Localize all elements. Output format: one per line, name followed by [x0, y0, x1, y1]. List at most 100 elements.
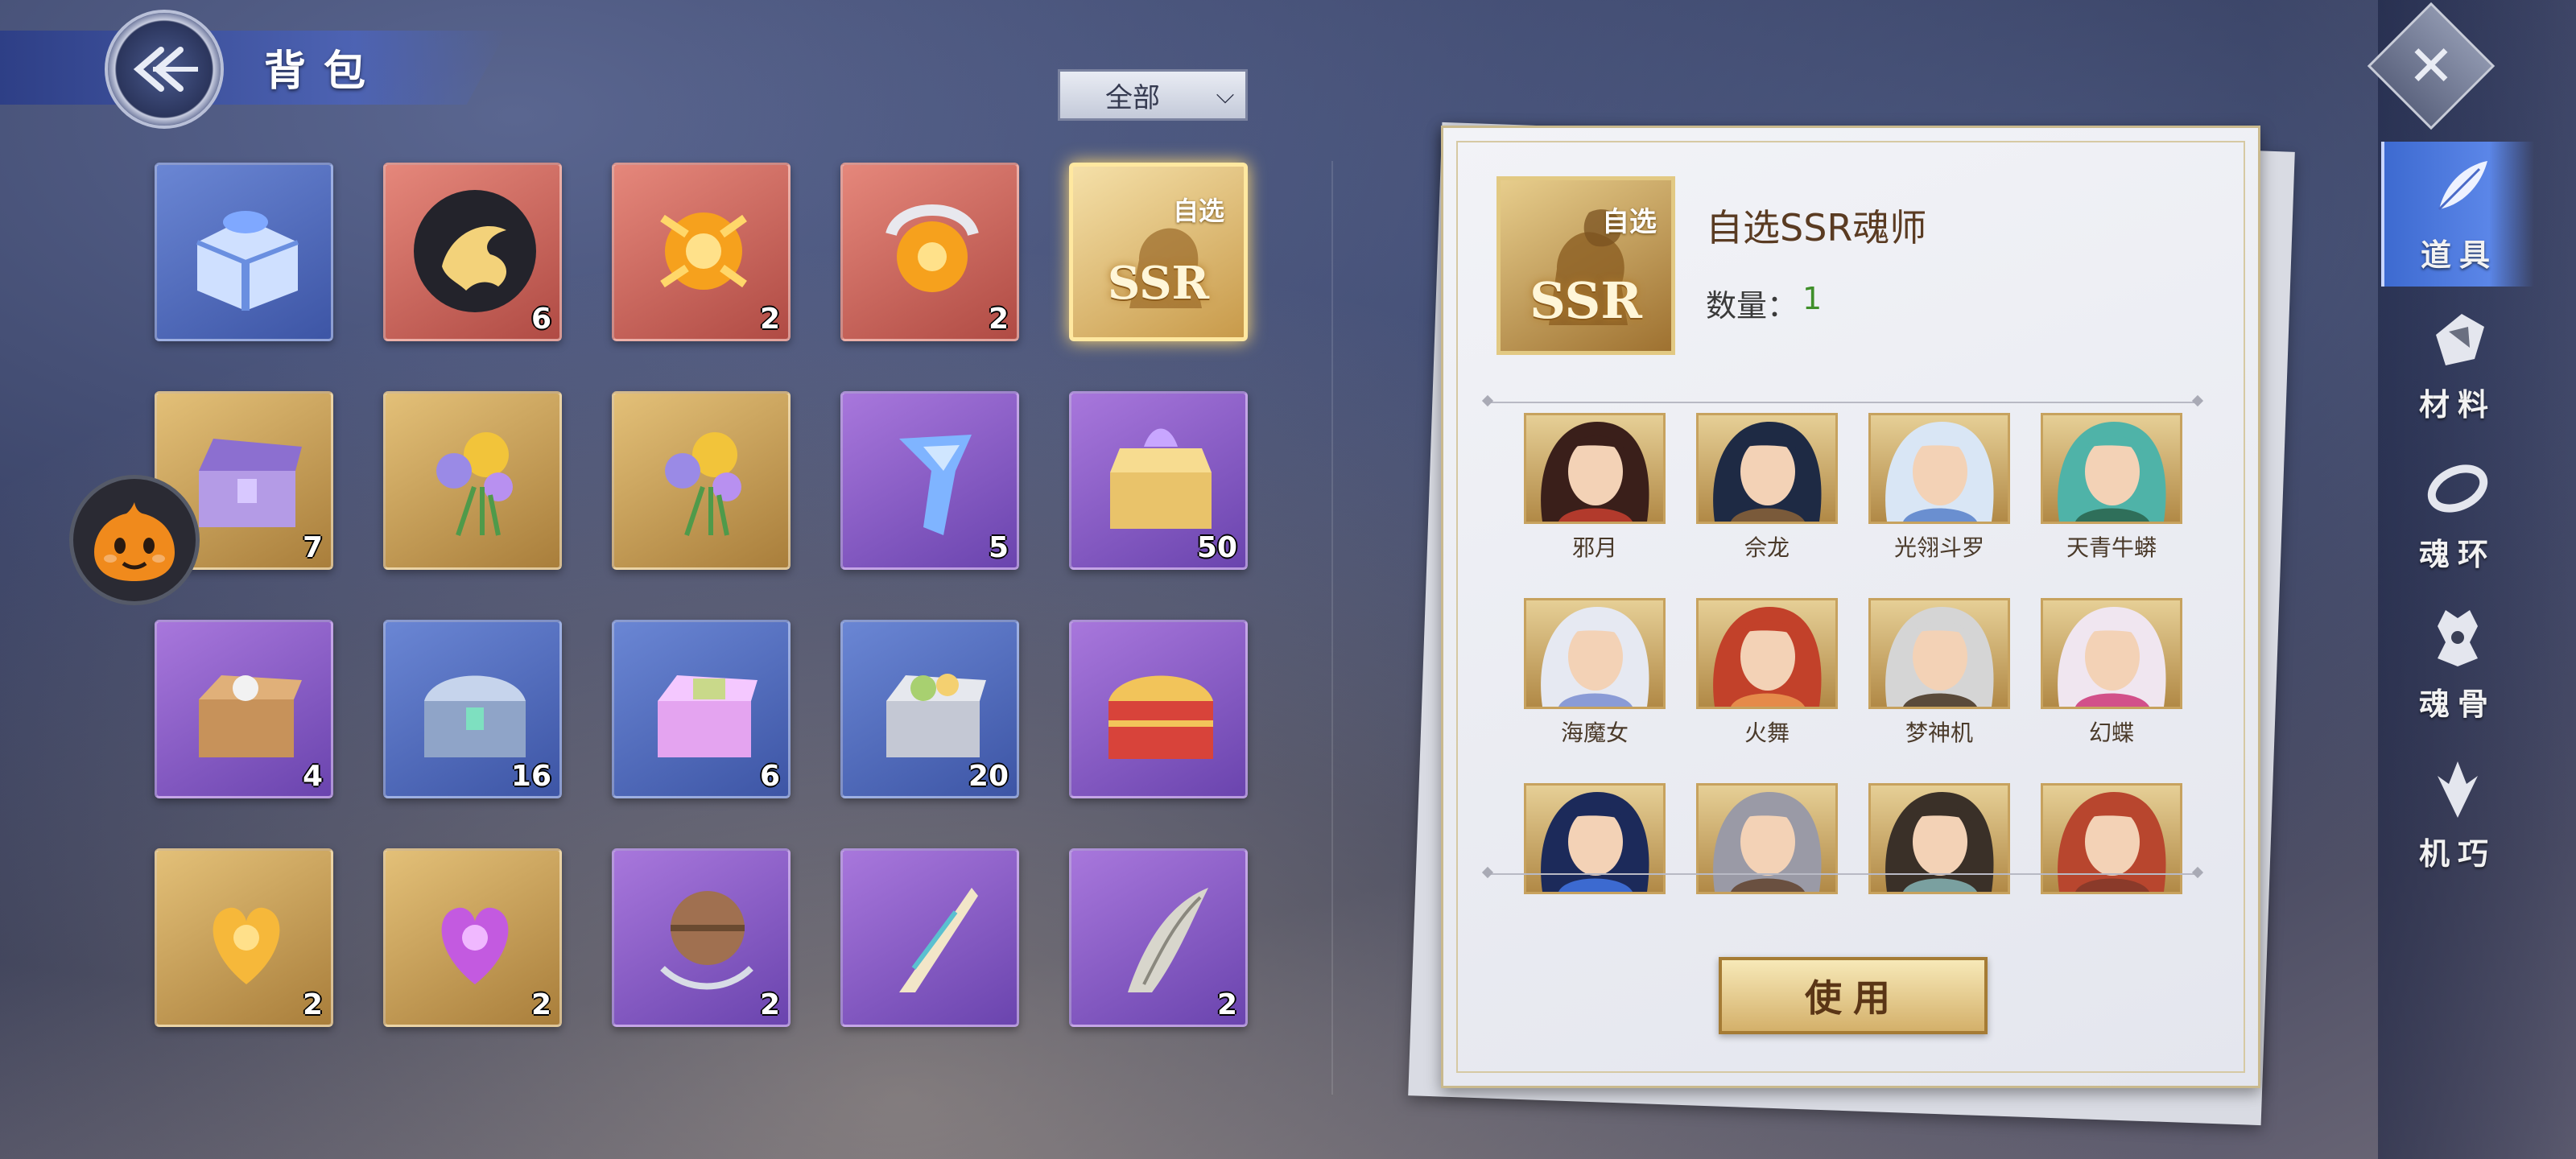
hero-option[interactable]: 幻蝶 — [2041, 598, 2182, 748]
soul-bone-icon — [2438, 610, 2478, 666]
ornate-feather-blade-icon — [899, 888, 978, 992]
hero-portrait — [1868, 598, 2010, 709]
tab-feather[interactable]: 道具 — [2381, 142, 2534, 287]
golden-flower-bouquet-icon — [436, 432, 513, 536]
tab-mechanism[interactable]: 机巧 — [2381, 740, 2534, 885]
hero-option[interactable]: 海魔女 — [1524, 598, 1666, 748]
tab-material-crystal[interactable]: 材料 — [2381, 291, 2534, 436]
slot-quantity: 6 — [759, 760, 780, 793]
hero-portrait-icon — [1885, 422, 1994, 522]
tab-label: 道具 — [2420, 237, 2498, 273]
hero-option[interactable]: 光翎斗罗 — [1868, 413, 2010, 563]
hero-portrait — [1868, 783, 2010, 894]
inventory-slot[interactable] — [155, 163, 333, 341]
tab-soul-bone[interactable]: 魂骨 — [2381, 591, 2534, 736]
tab-label: 材料 — [2418, 387, 2496, 423]
hero-option[interactable] — [1696, 783, 1838, 901]
hero-portrait — [1696, 413, 1838, 524]
slot-quantity: 2 — [530, 988, 551, 1021]
inventory-slot[interactable]: 2 — [383, 848, 562, 1027]
close-icon[interactable]: ✕ — [2386, 21, 2476, 111]
tab-label: 魂骨 — [2418, 687, 2496, 722]
pet-helper-button[interactable] — [69, 475, 200, 605]
inventory-slot[interactable]: 16 — [383, 620, 562, 798]
hero-option[interactable]: 佘龙 — [1696, 413, 1838, 563]
slot-quantity: 2 — [1216, 988, 1237, 1021]
hero-option[interactable]: 天青牛蟒 — [2041, 413, 2182, 563]
inventory-slot[interactable]: 2 — [1069, 848, 1248, 1027]
chevron-down-icon: ⌵ — [1216, 80, 1235, 109]
back-button[interactable] — [105, 10, 224, 129]
filter-dropdown[interactable]: 全部 ⌵ — [1058, 69, 1248, 121]
hero-portrait-icon — [1885, 607, 1994, 707]
blue-gift-box-icon — [196, 211, 299, 311]
feather-icon — [2438, 161, 2487, 211]
slot-badge: 自选 — [1172, 196, 1224, 226]
hero-name: 佘龙 — [1744, 534, 1790, 561]
back-arrow-icon — [133, 47, 198, 92]
hero-option[interactable] — [2041, 783, 2182, 901]
hero-choice-list[interactable]: 邪月 佘龙 光翎斗罗 天青牛蟒 海魔女 火舞 梦神机 幻蝶 — [1524, 413, 2200, 994]
silver-chest-icon — [424, 675, 526, 757]
inventory-slot[interactable]: 2 — [840, 163, 1019, 341]
material-crystal-icon — [2436, 314, 2484, 365]
inventory-slot[interactable] — [840, 848, 1019, 1027]
hero-portrait — [1524, 783, 1666, 894]
inventory-slot[interactable]: 6 — [383, 163, 562, 341]
purple-heart-crest-icon — [441, 907, 509, 984]
inventory-slot[interactable]: 自选 SSR — [1069, 163, 1248, 341]
slot-quantity: 2 — [988, 303, 1009, 336]
hero-portrait — [1868, 413, 2010, 524]
hero-option[interactable] — [1868, 783, 2010, 901]
hero-name: 邪月 — [1571, 534, 1617, 561]
hero-portrait-icon — [2058, 422, 2166, 522]
hero-option[interactable]: 火舞 — [1696, 598, 1838, 748]
detail-item-icon: 自选 SSR — [1496, 176, 1675, 355]
hero-option[interactable]: 梦神机 — [1868, 598, 2010, 748]
inventory-slot[interactable]: 2 — [612, 163, 791, 341]
tab-label: 机巧 — [2418, 836, 2496, 872]
tab-soul-ring[interactable]: 魂环 — [2381, 441, 2534, 586]
slot-quantity: 50 — [1196, 531, 1237, 564]
header-bar — [0, 31, 507, 105]
blue-crystal-shard-icon — [899, 435, 972, 535]
bronze-orb-pendant-icon — [660, 891, 753, 990]
page-title: 背包 — [264, 47, 384, 96]
hero-portrait — [2041, 413, 2182, 524]
hero-portrait — [2041, 783, 2182, 894]
detail-icon-badge: 自选 — [1602, 206, 1657, 238]
inventory-slot[interactable]: 4 — [155, 620, 333, 798]
use-button-label: 使用 — [1805, 976, 1901, 1020]
orange-pet-icon — [94, 502, 175, 581]
hero-portrait-icon — [1713, 607, 1822, 707]
filter-selected-label: 全部 — [1105, 81, 1160, 114]
hero-option[interactable]: 邪月 — [1524, 413, 1666, 563]
inventory-slot[interactable]: 2 — [612, 848, 791, 1027]
detail-qty-label: 数量： — [1706, 288, 1798, 324]
inventory-slot[interactable]: 6 — [612, 620, 791, 798]
inventory-slot[interactable]: 50 — [1069, 391, 1248, 570]
red-gold-chest-icon — [1108, 675, 1213, 759]
hero-portrait — [1696, 783, 1838, 894]
inventory-slot[interactable]: 5 — [840, 391, 1019, 570]
hero-portrait-icon — [1541, 607, 1649, 707]
crescent-sun-orb-icon — [886, 204, 979, 292]
gray-supply-box-icon — [886, 674, 986, 757]
hero-name: 火舞 — [1744, 720, 1790, 746]
inventory-slot[interactable]: 20 — [840, 620, 1019, 798]
hero-name: 光翎斗罗 — [1893, 534, 1984, 561]
top-divider-rule — [1488, 402, 2197, 403]
slot-quantity: 6 — [530, 303, 551, 336]
hero-portrait-icon — [1713, 792, 1822, 892]
inventory-slot[interactable]: 2 — [155, 848, 333, 1027]
detail-icon-ssr: SSR — [1530, 271, 1642, 330]
inventory-slot[interactable] — [383, 391, 562, 570]
mechanism-icon — [2438, 761, 2478, 818]
slot-quantity: 2 — [302, 988, 323, 1021]
use-button[interactable]: 使用 — [1719, 957, 1988, 1034]
inventory-slot[interactable] — [612, 391, 791, 570]
hero-option[interactable] — [1524, 783, 1666, 901]
inventory-slot[interactable] — [1069, 620, 1248, 798]
detail-qty-value: 1 — [1802, 281, 1823, 316]
slot-quantity: 7 — [302, 531, 323, 564]
